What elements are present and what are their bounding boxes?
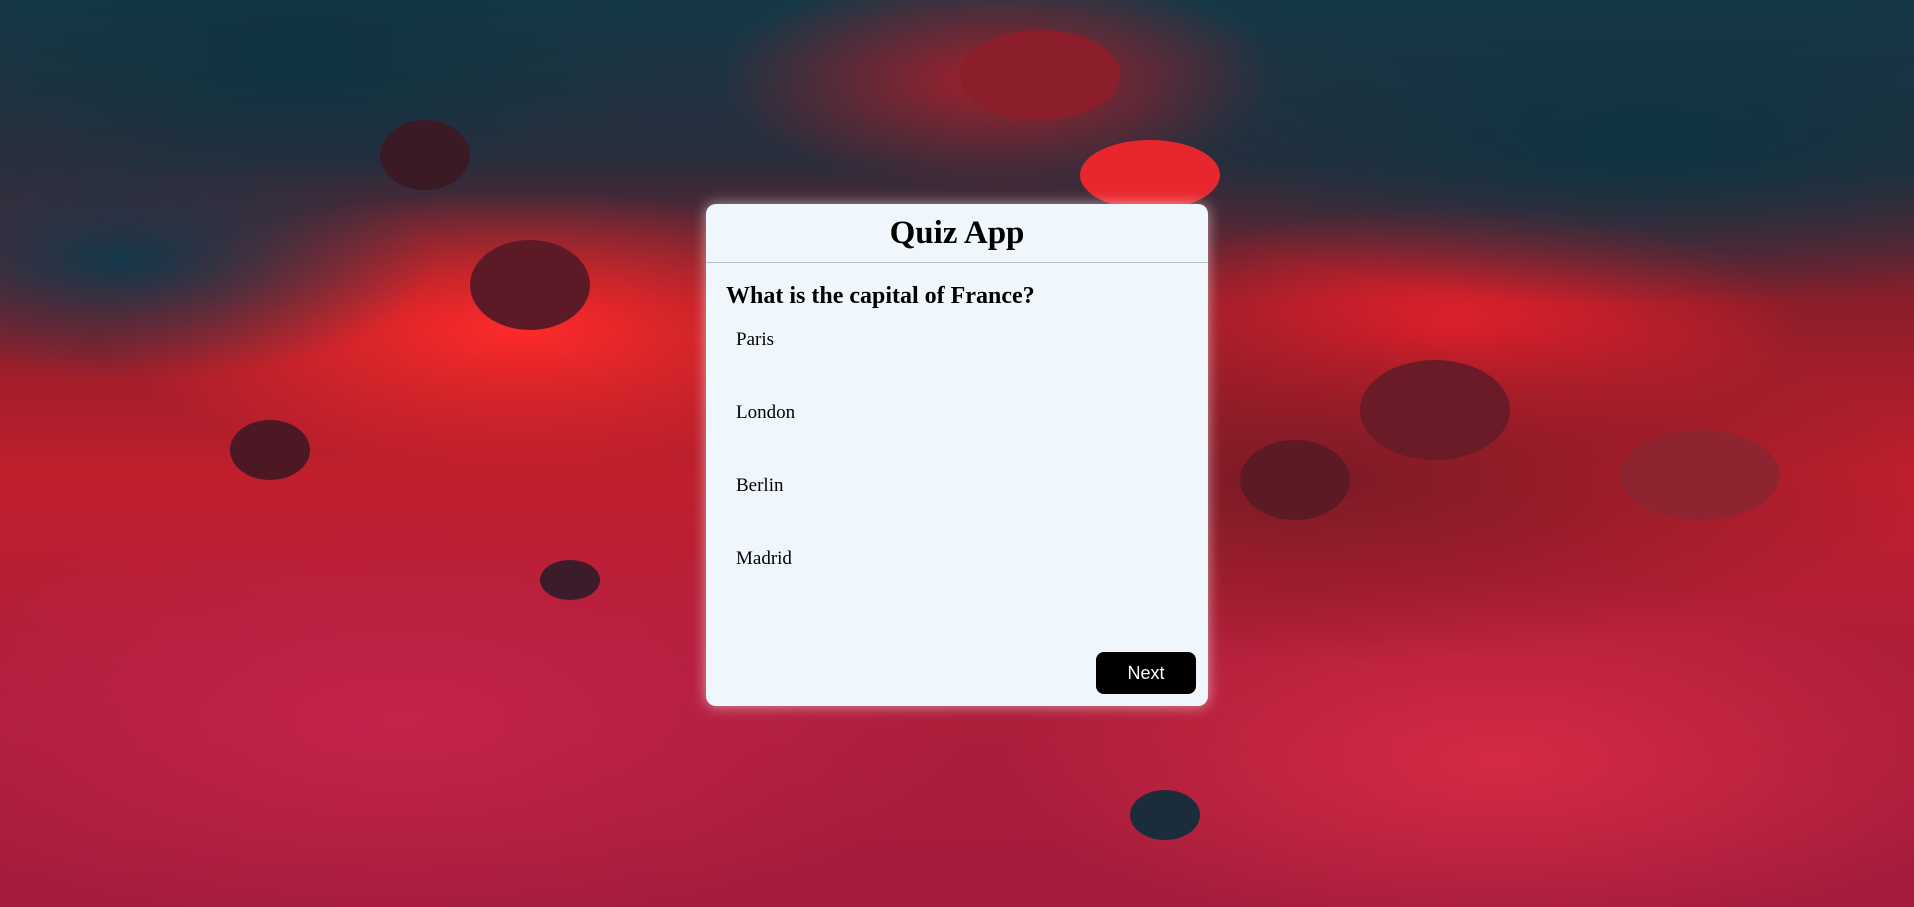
background-blob <box>1130 790 1200 840</box>
background-blob <box>1080 140 1220 210</box>
app-title: Quiz App <box>889 214 1025 251</box>
background-blob <box>960 30 1120 120</box>
quiz-header: Quiz App <box>706 204 1208 263</box>
background-blob <box>230 420 310 480</box>
background-blob <box>470 240 590 330</box>
background-blob <box>1360 360 1510 460</box>
answer-option-berlin[interactable]: Berlin <box>706 475 1208 548</box>
answer-option-london[interactable]: London <box>706 402 1208 475</box>
background-blob <box>540 560 600 600</box>
answer-option-paris[interactable]: Paris <box>706 329 1208 402</box>
answer-options: Paris London Berlin Madrid <box>706 310 1208 621</box>
background-blob <box>380 120 470 190</box>
background-blob <box>1620 430 1780 520</box>
background-blob <box>1240 440 1350 520</box>
answer-option-madrid[interactable]: Madrid <box>706 548 1208 621</box>
question-text: What is the capital of France? <box>726 283 1035 309</box>
quiz-card: Quiz App What is the capital of France? … <box>706 204 1208 706</box>
next-button[interactable]: Next <box>1096 652 1196 694</box>
